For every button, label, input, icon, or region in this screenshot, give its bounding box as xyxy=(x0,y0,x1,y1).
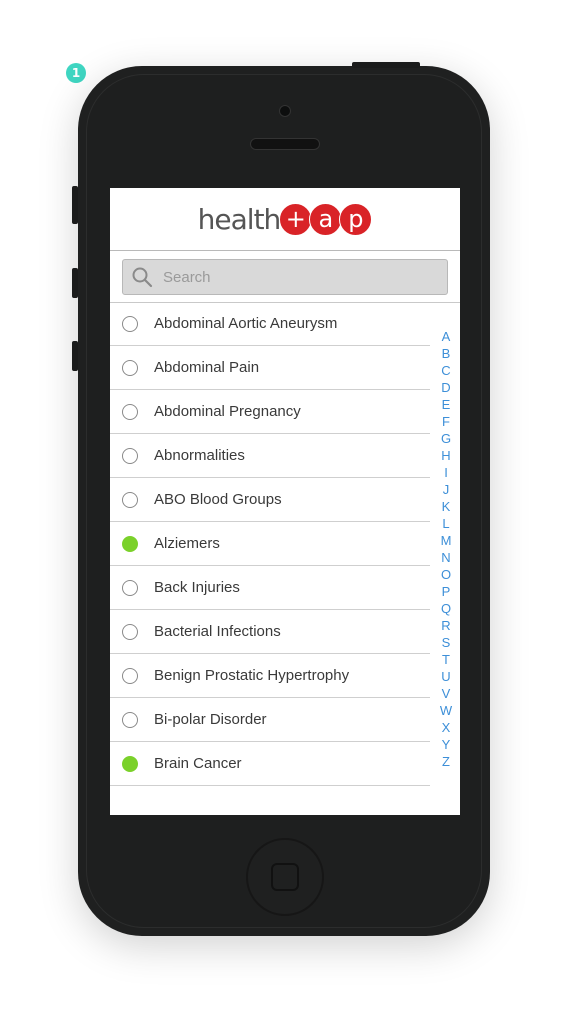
condition-list: Abdominal Aortic Aneurysm Abdominal Pain A… xyxy=(110,302,430,786)
index-letter-b[interactable]: B xyxy=(442,345,451,362)
index-letter-q[interactable]: Q xyxy=(441,600,451,617)
index-letter-f[interactable]: F xyxy=(442,413,450,430)
radio-unchecked-icon[interactable] xyxy=(122,623,138,640)
index-letter-x[interactable]: X xyxy=(442,719,451,736)
index-letter-y[interactable]: Y xyxy=(442,736,451,753)
index-letter-o[interactable]: O xyxy=(441,566,451,583)
earpiece-speaker xyxy=(250,138,320,150)
list-item-label: Bi-polar Disorder xyxy=(154,711,267,728)
list-item-label: Benign Prostatic Hypertrophy xyxy=(154,667,350,684)
list-item[interactable]: Alziemers xyxy=(110,522,430,566)
list-item[interactable]: Abnormalities xyxy=(110,434,430,478)
radio-unchecked-icon[interactable] xyxy=(122,579,138,596)
list-item-label: Back Injuries xyxy=(154,579,240,596)
radio-unchecked-icon[interactable] xyxy=(122,447,138,464)
index-letter-t[interactable]: T xyxy=(442,651,450,668)
list-item-label: Alziemers xyxy=(154,535,220,552)
index-letter-n[interactable]: N xyxy=(441,549,450,566)
index-letter-c[interactable]: C xyxy=(441,362,450,379)
logo-circle: a xyxy=(309,202,343,236)
index-letter-m[interactable]: M xyxy=(441,532,452,549)
list-item-label: Abdominal Pain xyxy=(154,359,260,376)
list-item[interactable]: Abdominal Pain xyxy=(110,346,430,390)
list-item[interactable]: ABO Blood Groups xyxy=(110,478,430,522)
index-letter-j[interactable]: J xyxy=(443,481,450,498)
index-letter-e[interactable]: E xyxy=(442,396,451,413)
index-letter-u[interactable]: U xyxy=(441,668,450,685)
search-bar xyxy=(110,251,460,303)
index-letter-v[interactable]: V xyxy=(442,685,451,702)
radio-unchecked-icon[interactable] xyxy=(122,711,138,728)
radio-unchecked-icon[interactable] xyxy=(122,403,138,420)
index-letter-d[interactable]: D xyxy=(441,379,450,396)
index-letter-z[interactable]: Z xyxy=(442,753,450,770)
list-item[interactable]: Bi-polar Disorder xyxy=(110,698,430,742)
app-header: health + a p xyxy=(110,188,460,251)
list-item-label: Abnormalities xyxy=(154,447,245,464)
list-item[interactable]: Brain Cancer xyxy=(110,742,430,786)
alphabet-index: ABCDEFGHIJKLMNOPQRSTUVWXYZ xyxy=(436,328,456,770)
home-button[interactable] xyxy=(246,838,324,916)
front-camera xyxy=(279,105,291,117)
radio-unchecked-icon[interactable] xyxy=(122,491,138,508)
radio-checked-icon[interactable] xyxy=(122,535,138,552)
search-box[interactable] xyxy=(122,259,448,295)
list-item-label: Bacterial Infections xyxy=(154,623,281,640)
power-button xyxy=(352,62,420,68)
index-letter-p[interactable]: P xyxy=(442,583,451,600)
index-letter-l[interactable]: L xyxy=(442,515,449,532)
index-letter-h[interactable]: H xyxy=(441,447,450,464)
list-item-label: Brain Cancer xyxy=(154,755,242,772)
list-item-label: Abdominal Pregnancy xyxy=(154,403,301,420)
radio-checked-icon[interactable] xyxy=(122,755,138,772)
search-input[interactable] xyxy=(161,267,435,287)
index-letter-g[interactable]: G xyxy=(441,430,451,447)
healthap-logo: health + a p xyxy=(197,202,373,236)
list-item[interactable]: Back Injuries xyxy=(110,566,430,610)
mute-switch xyxy=(72,186,78,224)
index-letter-a[interactable]: A xyxy=(442,328,451,345)
list-item[interactable]: Bacterial Infections xyxy=(110,610,430,654)
list-item[interactable]: Abdominal Aortic Aneurysm xyxy=(110,302,430,346)
index-letter-w[interactable]: W xyxy=(440,702,452,719)
list-item-label: ABO Blood Groups xyxy=(154,491,282,508)
radio-unchecked-icon[interactable] xyxy=(122,315,138,332)
list-item[interactable]: Abdominal Pregnancy xyxy=(110,390,430,434)
index-letter-k[interactable]: K xyxy=(442,498,451,515)
list-item[interactable]: Benign Prostatic Hypertrophy xyxy=(110,654,430,698)
logo-text: health xyxy=(197,202,282,236)
home-square-icon xyxy=(271,863,299,891)
index-letter-s[interactable]: S xyxy=(442,634,451,651)
volume-up-button xyxy=(72,268,78,298)
step-badge: 1 xyxy=(66,63,86,83)
index-letter-r[interactable]: R xyxy=(441,617,450,634)
radio-unchecked-icon[interactable] xyxy=(122,667,138,684)
search-icon xyxy=(132,267,153,288)
logo-circles: + a p xyxy=(279,202,373,236)
logo-circle: + xyxy=(279,202,313,236)
index-letter-i[interactable]: I xyxy=(444,464,448,481)
logo-circle: p xyxy=(339,202,373,236)
radio-unchecked-icon[interactable] xyxy=(122,359,138,376)
volume-down-button xyxy=(72,341,78,371)
list-item-label: Abdominal Aortic Aneurysm xyxy=(154,315,338,332)
app-screen: health +ap Abdominal Aortic AneurysmAbdo… xyxy=(110,188,460,815)
